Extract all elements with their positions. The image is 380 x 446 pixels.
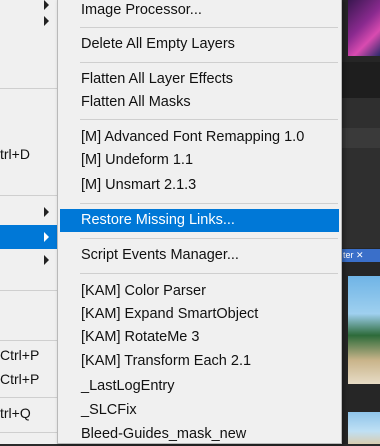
submenu-arrow-icon xyxy=(44,255,49,265)
menu-item-advanced-font-remapping[interactable]: [M] Advanced Font Remapping 1.0 xyxy=(58,126,341,149)
photo-thumbnail[interactable] xyxy=(348,276,380,384)
menu-separator xyxy=(80,203,338,204)
menu-item-script-events-manager[interactable]: Script Events Manager... xyxy=(58,244,341,267)
photo-thumbnail[interactable] xyxy=(348,412,380,444)
panel-area xyxy=(340,98,380,248)
panel-row xyxy=(340,128,380,148)
menu-item-undeform[interactable]: [M] Undeform 1.1 xyxy=(58,149,341,172)
menu-separator xyxy=(80,238,338,239)
menu-separator xyxy=(0,88,58,89)
menu-item-transform-each[interactable]: [KAM] Transform Each 2.1 xyxy=(58,350,341,373)
submenu-arrow-icon xyxy=(44,207,49,217)
menu-item-flatten-masks[interactable]: Flatten All Masks xyxy=(58,91,341,114)
menu-item-slcfix[interactable]: _SLCFix xyxy=(58,399,341,422)
menu-item-bleed-guides[interactable]: Bleed-Guides_mask_new xyxy=(58,423,341,446)
menu-item-image-processor[interactable]: Image Processor... xyxy=(58,0,341,22)
shortcut-label: Ctrl+P xyxy=(0,371,40,387)
menu-item-restore-missing-links[interactable]: Restore Missing Links... xyxy=(60,209,339,232)
menu-separator xyxy=(0,290,58,291)
parent-menu: trl+D Ctrl+P Ctrl+P trl+Q xyxy=(0,0,58,444)
menu-item-delete-empty-layers[interactable]: Delete All Empty Layers xyxy=(58,33,341,56)
menu-separator xyxy=(80,62,338,63)
menu-separator xyxy=(0,340,58,341)
menu-separator xyxy=(80,273,338,274)
submenu-arrow-icon xyxy=(44,16,49,26)
menu-item-rotateme[interactable]: [KAM] RotateMe 3 xyxy=(58,326,341,349)
parent-menu-item-scripts[interactable] xyxy=(0,225,58,249)
menu-separator xyxy=(80,27,338,28)
filter-tag[interactable]: ter ✕ xyxy=(340,249,380,262)
menu-item-expand-smartobject[interactable]: [KAM] Expand SmartObject xyxy=(58,303,341,326)
submenu-arrow-icon xyxy=(44,0,49,10)
menu-item-flatten-layer-effects[interactable]: Flatten All Layer Effects xyxy=(58,68,341,91)
menu-item-unsmart[interactable]: [M] Unsmart 2.1.3 xyxy=(58,174,341,197)
menu-separator xyxy=(80,119,338,120)
menu-item-color-parser[interactable]: [KAM] Color Parser xyxy=(58,280,341,303)
submenu-arrow-icon xyxy=(44,232,49,242)
menu-separator xyxy=(0,195,58,196)
shortcut-label: trl+D xyxy=(0,146,30,162)
scripts-submenu: Image Processor... Delete All Empty Laye… xyxy=(57,0,342,444)
shortcut-label: Ctrl+P xyxy=(0,347,40,363)
panel-header xyxy=(340,62,380,98)
menu-item-lastlogentry[interactable]: _LastLogEntry xyxy=(58,375,341,398)
image-thumbnail[interactable] xyxy=(348,0,380,56)
menu-separator xyxy=(0,432,58,433)
shortcut-label: trl+Q xyxy=(0,405,31,421)
menu-separator xyxy=(0,397,58,398)
